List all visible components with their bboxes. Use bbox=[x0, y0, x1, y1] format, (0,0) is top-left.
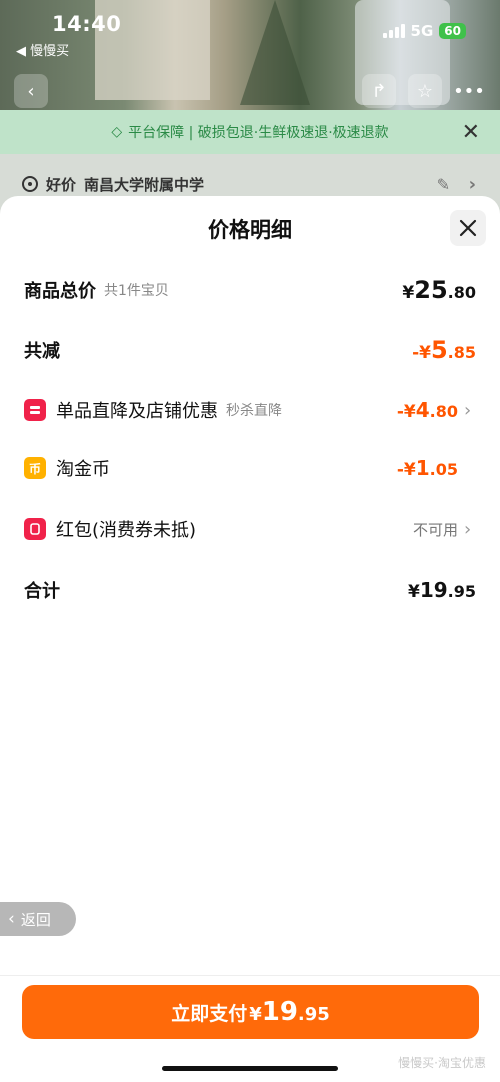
amount-decimal: .80 bbox=[429, 402, 458, 421]
network-label: 5G bbox=[410, 22, 434, 40]
taojinbi-label: 淘金币 bbox=[56, 459, 110, 480]
home-indicator[interactable] bbox=[162, 1066, 338, 1071]
currency-symbol: -¥ bbox=[412, 343, 431, 363]
more-icon[interactable]: ••• bbox=[452, 74, 486, 108]
item-count: 共1件宝贝 bbox=[104, 283, 169, 299]
signal-icon bbox=[382, 24, 405, 38]
red-packet-status: 不可用 bbox=[412, 520, 458, 539]
back-arrow-icon[interactable]: ‹ bbox=[14, 74, 48, 108]
chevron-left-icon: ‹ bbox=[8, 909, 15, 929]
shield-icon: ◇ bbox=[111, 124, 123, 140]
store-discount-amount: -¥ 4 .80 bbox=[397, 398, 458, 422]
row-taojinbi: 币 淘金币 -¥ 1 .05 bbox=[0, 448, 500, 488]
product-photo-tree bbox=[240, 0, 310, 105]
guarantee-text: 平台保障 | 破损包退·生鲜极速退·极速退款 bbox=[128, 125, 389, 141]
price-detail-sheet: 价格明细 商品总价 共1件宝贝 ¥ 25 .80 共减 -¥ 5 .85 单品直… bbox=[0, 196, 500, 1082]
close-icon bbox=[459, 219, 477, 237]
status-time: 14:40 bbox=[52, 12, 122, 36]
amount-integer: 19 bbox=[261, 997, 298, 1027]
red-packet-icon bbox=[24, 518, 46, 540]
flash-sale-tag: 秒杀直降 bbox=[226, 403, 282, 419]
amount-integer: 1 bbox=[415, 456, 430, 480]
reduction-label: 共减 bbox=[24, 341, 60, 362]
pay-now-button[interactable]: 立即支付 ¥ 19 .95 bbox=[22, 985, 479, 1039]
row-subtotal: 合计 ¥ 19 .95 bbox=[0, 570, 500, 610]
taojinbi-amount: -¥ 1 .05 bbox=[397, 456, 458, 480]
back-button[interactable]: ‹ 返回 bbox=[0, 902, 76, 936]
currency-symbol: ¥ bbox=[407, 582, 420, 602]
chevron-right-icon: › bbox=[468, 173, 476, 195]
chevron-right-icon: › bbox=[464, 518, 472, 540]
pay-button-label: 立即支付 bbox=[171, 1003, 248, 1025]
total-price-label: 商品总价 bbox=[24, 281, 96, 302]
amount-decimal: .95 bbox=[447, 582, 476, 601]
back-button-label: 返回 bbox=[20, 910, 51, 929]
banner-close-icon[interactable]: ✕ bbox=[462, 120, 480, 145]
footer-divider bbox=[0, 975, 500, 976]
store-discount-icon bbox=[24, 399, 46, 421]
currency-symbol: -¥ bbox=[396, 460, 416, 480]
red-packet-label: 红包(消费券未抵) bbox=[56, 520, 197, 541]
currency-symbol: -¥ bbox=[396, 402, 416, 422]
amount-decimal: .85 bbox=[447, 343, 476, 362]
currency-symbol: ¥ bbox=[402, 283, 415, 303]
subtotal-label: 合计 bbox=[24, 581, 60, 602]
store-discount-label: 单品直降及店铺优惠 bbox=[56, 401, 218, 422]
row-store-discount[interactable]: 单品直降及店铺优惠 秒杀直降 -¥ 4 .80 › bbox=[0, 390, 500, 430]
address-text: 南昌大学附属中学 bbox=[84, 175, 205, 194]
close-button[interactable] bbox=[450, 210, 486, 246]
guarantee-banner: ◇ 平台保障 | 破损包退·生鲜极速退·极速退款 ✕ bbox=[0, 110, 500, 154]
amount-integer: 19 bbox=[419, 578, 448, 602]
amount-decimal: .80 bbox=[447, 283, 476, 302]
sheet-title: 价格明细 bbox=[208, 218, 292, 242]
amount-integer: 25 bbox=[414, 276, 448, 304]
amount-decimal: .05 bbox=[429, 460, 458, 479]
favorite-star-icon[interactable]: ☆ bbox=[408, 74, 442, 108]
chevron-right-icon: › bbox=[464, 399, 472, 421]
subtotal-amount: ¥ 19 .95 bbox=[408, 578, 476, 602]
amount-integer: 4 bbox=[415, 398, 430, 422]
reduction-amount: -¥ 5 .85 bbox=[412, 336, 476, 364]
watermark: 慢慢买·淘宝优惠 bbox=[398, 1056, 486, 1070]
location-pin-icon bbox=[22, 176, 38, 192]
total-price-amount: ¥ 25 .80 bbox=[402, 276, 476, 304]
row-total-price: 商品总价 共1件宝贝 ¥ 25 .80 bbox=[0, 270, 500, 310]
currency-symbol: ¥ bbox=[249, 1004, 262, 1025]
share-icon[interactable]: ↱ bbox=[362, 74, 396, 108]
status-indicators: 5G 60 bbox=[382, 22, 466, 40]
address-tag: 好价 bbox=[46, 175, 77, 194]
back-to-app-link[interactable]: ◀ 慢慢买 bbox=[16, 40, 69, 59]
coin-icon: 币 bbox=[24, 457, 46, 479]
amount-integer: 5 bbox=[430, 336, 448, 364]
edit-icon[interactable]: ✎ bbox=[437, 175, 450, 194]
row-total-reduction: 共减 -¥ 5 .85 bbox=[0, 330, 500, 370]
battery-icon: 60 bbox=[439, 23, 466, 39]
amount-decimal: .95 bbox=[297, 1004, 330, 1025]
row-red-packet[interactable]: 红包(消费券未抵) 不可用 › bbox=[0, 509, 500, 549]
